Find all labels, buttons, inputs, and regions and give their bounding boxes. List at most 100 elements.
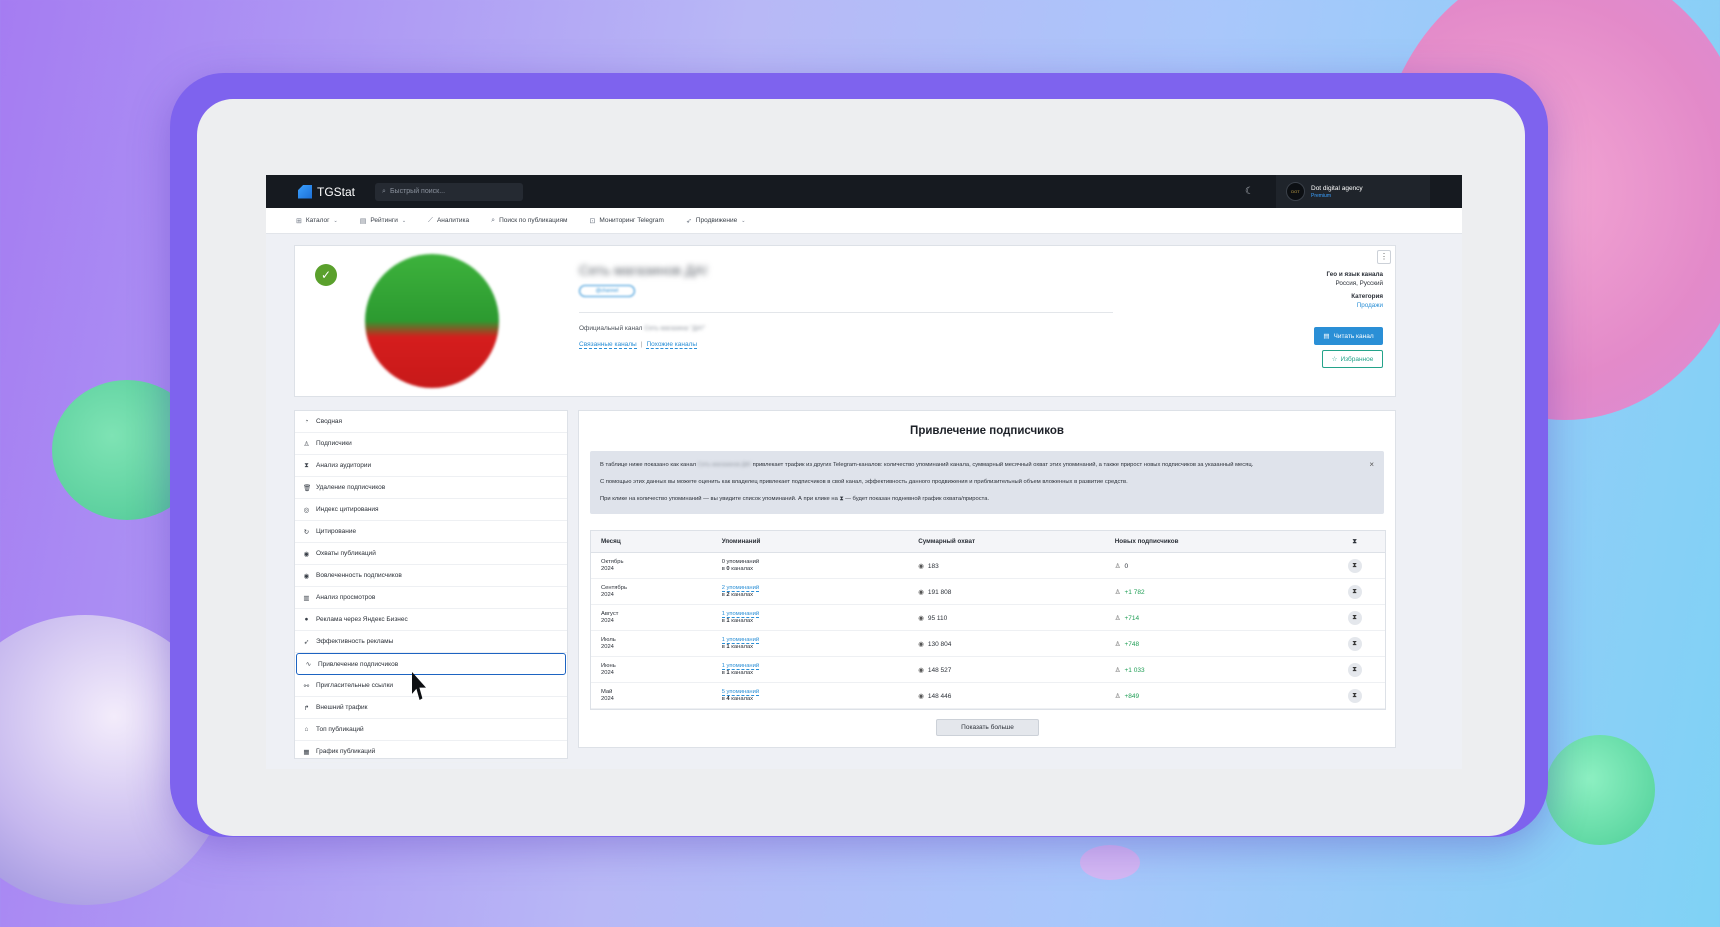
new-subs-cell: ♙ +714	[1115, 614, 1324, 622]
mentions-link[interactable]: 1 упоминаний	[721, 610, 760, 618]
sidebar-item-4[interactable]: ◎ Индекс цитирования	[295, 499, 567, 521]
category-value[interactable]: Продажи	[1326, 302, 1383, 311]
eye-icon: ◉	[918, 640, 924, 648]
month-name: Сентябрь	[601, 584, 627, 591]
sidebar-item-label: Анализ просмотров	[316, 594, 376, 601]
nav-item-0[interactable]: ⊞ Каталог ⌄	[296, 217, 338, 225]
month-cell: Октябрь 2024	[591, 559, 722, 573]
official-channel-value[interactable]: Сеть магазина "ДА!"	[644, 325, 705, 332]
month-year: 2024	[601, 591, 614, 598]
sidebar-item-label: Реклама через Яндекс Бизнес	[316, 616, 408, 623]
nav-item-3[interactable]: ⌕ Поиск по публикациям	[491, 217, 567, 225]
similar-channels-link[interactable]: Похожие каналы	[646, 341, 698, 349]
account-menu[interactable]: DOT Dot digital agency Premium	[1276, 175, 1430, 208]
nav-label: Рейтинги	[370, 217, 398, 224]
sidebar-item-2[interactable]: ⧗ Анализ аудитории	[295, 455, 567, 477]
hourglass-icon[interactable]: ⧗	[1347, 688, 1362, 703]
sidebar-item-13[interactable]: ↱ Внешний трафик	[295, 697, 567, 719]
mentions-sub-num: 1	[726, 617, 730, 624]
sidebar-icon: ↱	[303, 704, 310, 712]
app-logo[interactable]: TGStat	[298, 184, 355, 199]
mentions-sub-post: каналах	[731, 617, 754, 624]
show-more-button[interactable]: Показать больше	[936, 719, 1039, 736]
hourglass-icon[interactable]: ⧗	[1347, 610, 1362, 625]
theme-toggle-moon-icon[interactable]: ☾	[1245, 186, 1254, 197]
hourglass-icon[interactable]: ⧗	[1347, 584, 1362, 599]
mentions-cell: 2 упоминаний в 2 каналах	[721, 584, 919, 599]
chart-cell: ⧗	[1324, 584, 1385, 599]
mentions-sub-pre: в	[721, 669, 725, 676]
info-channel-name: Сеть магазинов ДА!	[697, 462, 751, 468]
sidebar-icon: ▦	[303, 748, 310, 756]
new-subs-cell: ♙ +849	[1115, 692, 1324, 700]
sidebar-item-5[interactable]: ↻ Цитирование	[295, 521, 567, 543]
month-name: Октябрь	[601, 558, 624, 565]
sidebar-item-1[interactable]: ♙ Подписчики	[295, 433, 567, 455]
info-text: — будет показан подневной график охвата/…	[845, 496, 990, 502]
read-channel-button[interactable]: ▤ Читать канал	[1314, 327, 1383, 345]
new-subs-value: +1 033	[1124, 666, 1145, 674]
nav-item-4[interactable]: ⊡ Мониторинг Telegram	[589, 217, 663, 225]
table-row: Май 2024 5 упоминаний в 4 каналах ◉ 148 446 ♙ +…	[591, 683, 1385, 709]
hourglass-icon: ⧗	[839, 496, 844, 502]
sidebar-item-14[interactable]: ⌂ Топ публикаций	[295, 719, 567, 741]
hourglass-icon[interactable]: ⧗	[1347, 662, 1362, 677]
hourglass-icon[interactable]: ⧗	[1347, 636, 1362, 651]
mentions-channels: в 2 каналах	[722, 592, 919, 599]
mentions-link[interactable]: 5 упоминаний	[721, 688, 760, 696]
sidebar-item-label: Топ публикаций	[316, 726, 364, 733]
sidebar-item-label: Привлечение подписчиков	[318, 660, 399, 668]
reach-cell: ◉ 191 808	[918, 588, 1115, 596]
col-new-subs: Новых подписчиков	[1114, 538, 1179, 545]
sidebar-item-0[interactable]: ◔ Сводная	[295, 411, 567, 433]
sidebar-item-6[interactable]: ◉ Охваты публикаций	[295, 543, 567, 565]
sidebar-item-12[interactable]: ⚯ Пригласительные ссылки	[295, 675, 567, 697]
mentions-channels: в 0 каналах	[722, 566, 919, 573]
month-year: 2024	[601, 617, 614, 624]
mentions-channels: в 1 каналах	[722, 618, 919, 625]
mentions-sub-num: 4	[726, 695, 730, 702]
hourglass-icon[interactable]: ⧗	[1347, 558, 1362, 573]
sidebar-item-label: Вовлеченность подписчиков	[316, 572, 402, 579]
mentions-link[interactable]: 1 упоминаний	[721, 662, 760, 670]
sidebar-item-11[interactable]: ∿ Привлечение подписчиков	[296, 653, 566, 675]
more-vertical-icon[interactable]: ⋮	[1377, 250, 1391, 264]
month-name: Август	[601, 610, 619, 617]
channel-username-badge[interactable]: @channel	[579, 285, 635, 297]
channel-links: Связанные каналы | Похожие каналы	[579, 341, 698, 349]
mentions-channels: в 1 каналах	[722, 644, 919, 651]
mentions-link[interactable]: 2 упоминаний	[721, 584, 760, 592]
month-year: 2024	[601, 643, 614, 650]
info-line-1: В таблице ниже показано как канал Сеть м…	[600, 457, 1374, 474]
info-line-2: С помощью этих данных вы можете оценить …	[600, 479, 1128, 485]
favorite-button[interactable]: ☆ Избранное	[1322, 350, 1383, 368]
sidebar-item-3[interactable]: 🗑 Удаление подписчиков	[295, 477, 567, 499]
mentions-sub-post: каналах	[731, 669, 754, 676]
sidebar-item-10[interactable]: ➶ Эффективность рекламы	[295, 631, 567, 653]
sidebar-item-15[interactable]: ▦ График публикаций	[295, 741, 567, 763]
sidebar-item-9[interactable]: ● Реклама через Яндекс Бизнес	[295, 609, 567, 631]
mentions-cell: 5 упоминаний в 4 каналах	[721, 688, 919, 703]
channel-avatar	[365, 254, 499, 388]
info-line-3: При клике на количество упоминаний — вы …	[600, 491, 1374, 508]
close-icon[interactable]: ×	[1369, 456, 1374, 473]
chevron-down-icon: ⌄	[333, 217, 338, 224]
nav-label: Каталог	[305, 217, 330, 224]
mentions-sub-pre: в	[721, 617, 725, 624]
nav-item-2[interactable]: ⟋ Аналитика	[428, 217, 469, 225]
chart-cell: ⧗	[1324, 558, 1385, 573]
mentions-sub-pre: в	[721, 591, 725, 598]
sidebar-item-7[interactable]: ◉ Вовлеченность подписчиков	[295, 565, 567, 587]
account-plan: Premium	[1311, 192, 1332, 199]
new-subs-value: +1 782	[1124, 588, 1145, 596]
new-subs-cell: ♙ 0	[1115, 562, 1324, 570]
info-text: В таблице ниже показано как канал	[600, 462, 697, 468]
nav-item-1[interactable]: ▤ Рейтинги ⌄	[360, 217, 406, 225]
mentions-sub-pre: в	[721, 565, 725, 572]
mentions-link[interactable]: 1 упоминаний	[721, 636, 760, 644]
search-input[interactable]: ⌕ Быстрый поиск...	[375, 182, 524, 201]
related-channels-link[interactable]: Связанные каналы	[579, 341, 637, 349]
sidebar-item-8[interactable]: ▥ Анализ просмотров	[295, 587, 567, 609]
chart-cell: ⧗	[1324, 636, 1385, 651]
nav-item-5[interactable]: ➶ Продвижение ⌄	[686, 217, 746, 225]
